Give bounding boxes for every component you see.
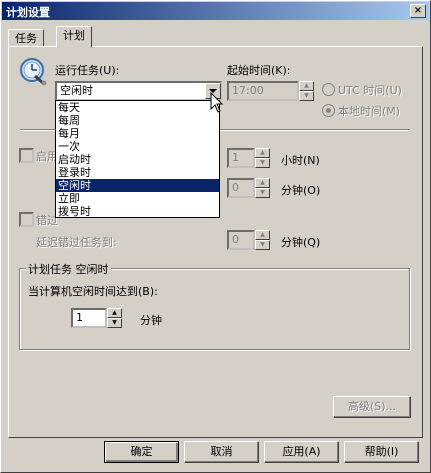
run-task-selected-value: 空闲时	[60, 84, 93, 97]
run-task-dropdown-list: 每天 每周 每月 一次 启动时 登录时 空闲时 立即 拨号时	[55, 100, 220, 218]
spin-down-icon[interactable]: ▼	[255, 188, 270, 198]
repeat-minutes-spinner[interactable]: ▲ ▼	[255, 178, 270, 198]
delay-missed-label: 延迟错过任务到:	[36, 236, 117, 249]
idle-group-title: 计划任务 空闲时	[26, 261, 111, 277]
start-time-label: 起始时间(K):	[227, 64, 291, 77]
dropdown-option[interactable]: 每天	[56, 101, 219, 114]
cancel-button[interactable]: 取消	[184, 441, 259, 463]
run-task-select[interactable]: 空闲时	[55, 81, 222, 101]
dropdown-option[interactable]: 一次	[56, 140, 219, 153]
delay-spinner[interactable]: ▲ ▼	[255, 230, 270, 250]
spin-up-icon[interactable]: ▲	[255, 178, 270, 188]
spin-up-icon[interactable]: ▲	[255, 230, 270, 240]
repeat-minutes-value: 0	[232, 181, 239, 194]
utc-time-radio[interactable]	[322, 83, 335, 96]
delay-minutes-label: 分钟(Q)	[281, 236, 321, 249]
local-time-label: 本地时间(M)	[338, 105, 401, 118]
repeat-minutes-input[interactable]: 0	[227, 178, 255, 198]
repeat-hours-input[interactable]: 1	[227, 148, 255, 168]
tab-task[interactable]: 任务	[8, 29, 44, 46]
minutes-label: 分钟(O)	[281, 184, 321, 197]
start-time-input[interactable]: 17:00	[227, 81, 299, 101]
clock-wrench-icon	[18, 56, 48, 86]
spin-up-icon[interactable]: ▲	[255, 148, 270, 158]
dropdown-option[interactable]: 每周	[56, 114, 219, 127]
dropdown-option[interactable]: 拨号时	[56, 205, 219, 218]
idle-prompt: 当计算机空闲时间达到(B):	[28, 285, 158, 298]
delay-input[interactable]: 0	[227, 230, 255, 250]
help-button[interactable]: 帮助(I)	[344, 441, 419, 463]
mouse-cursor-icon	[210, 91, 224, 117]
spin-down-icon[interactable]: ▼	[255, 158, 270, 168]
dropdown-option[interactable]: 登录时	[56, 166, 219, 179]
title-bar[interactable]: 计划设置 ×	[2, 2, 429, 20]
close-button[interactable]: ×	[410, 4, 426, 18]
repeat-hours-value: 1	[232, 151, 239, 164]
idle-minutes-spinner[interactable]: ▲ ▼	[107, 308, 122, 328]
apply-button[interactable]: 应用(A)	[264, 441, 339, 463]
spin-down-icon[interactable]: ▼	[255, 240, 270, 250]
delay-value: 0	[232, 233, 239, 246]
local-time-radio[interactable]	[322, 104, 335, 117]
window-title: 计划设置	[6, 6, 50, 19]
hours-label: 小时(N)	[281, 154, 320, 167]
spin-up-icon[interactable]: ▲	[299, 81, 314, 91]
spin-down-icon[interactable]: ▼	[107, 318, 122, 328]
spin-down-icon[interactable]: ▼	[299, 91, 314, 101]
idle-minutes-value: 1	[76, 311, 83, 324]
run-task-label: 运行任务(U):	[55, 64, 120, 77]
dropdown-option[interactable]: 启动时	[56, 153, 219, 166]
dropdown-option[interactable]: 立即	[56, 192, 219, 205]
dropdown-option[interactable]: 每月	[56, 127, 219, 140]
ok-button[interactable]: 确定	[104, 441, 179, 463]
start-time-value: 17:00	[232, 84, 264, 97]
repeat-checkbox[interactable]	[19, 148, 34, 163]
start-time-spinner[interactable]: ▲ ▼	[299, 81, 314, 101]
spin-up-icon[interactable]: ▲	[107, 308, 122, 318]
advanced-button[interactable]: 高级(S)...	[333, 396, 411, 418]
idle-unit-label: 分钟	[140, 314, 162, 327]
dropdown-option-highlighted[interactable]: 空闲时	[56, 179, 219, 192]
idle-minutes-input[interactable]: 1	[71, 308, 107, 328]
missed-task-checkbox[interactable]	[19, 212, 34, 227]
repeat-hours-spinner[interactable]: ▲ ▼	[255, 148, 270, 168]
utc-time-label: UTC 时间(U)	[338, 84, 402, 97]
tab-schedule[interactable]: 计划	[56, 26, 92, 48]
